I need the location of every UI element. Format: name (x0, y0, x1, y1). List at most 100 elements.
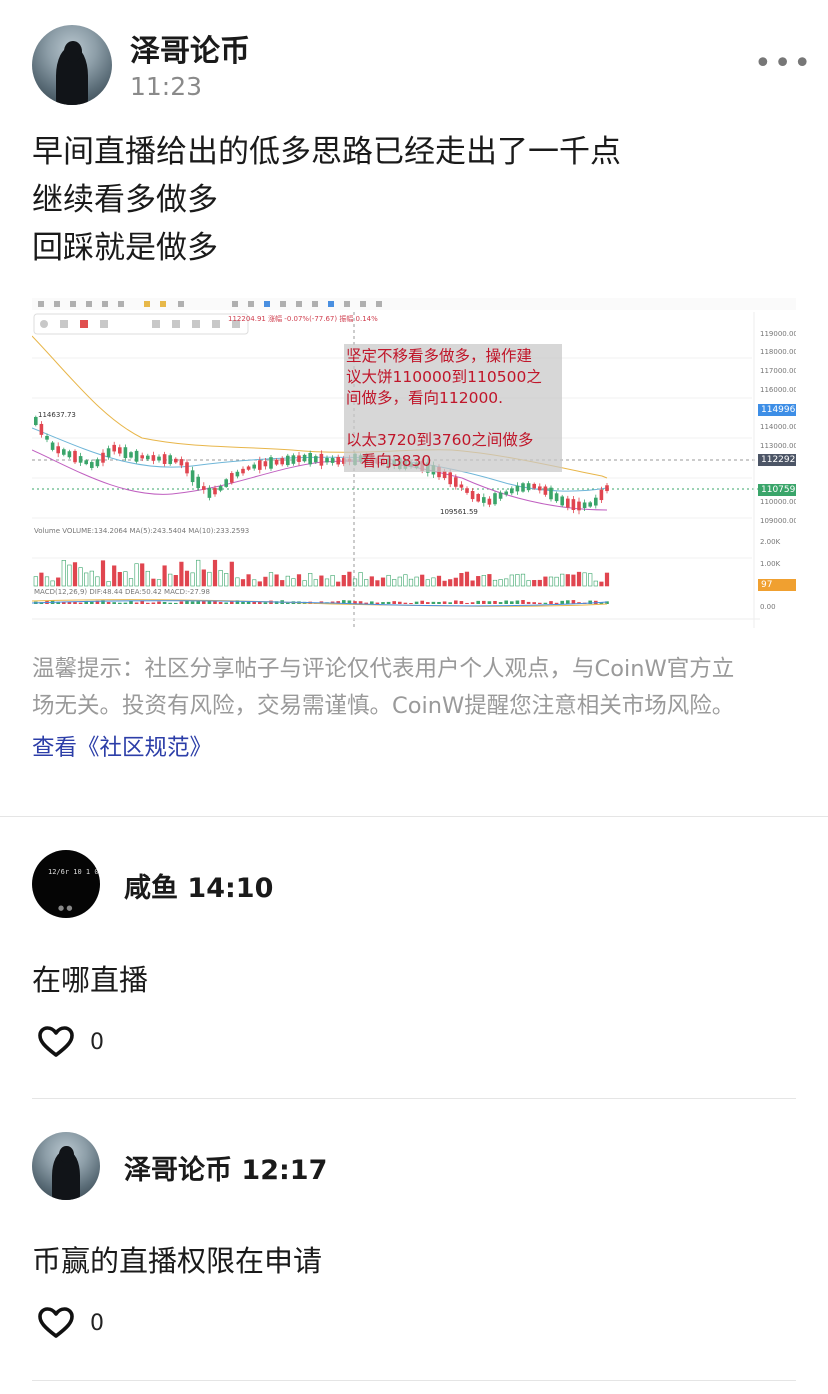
volume-bar (481, 575, 486, 587)
community-rules-link[interactable]: 查看《社区规范》 (32, 730, 212, 762)
more-horizontal-icon[interactable]: ••• (754, 46, 813, 81)
macd-bar (118, 602, 122, 604)
volume-bar (436, 575, 442, 587)
volume-bar (487, 574, 492, 587)
macd-bar (241, 601, 245, 604)
volume-bar (464, 571, 470, 587)
volume-bar (420, 574, 425, 587)
commenter-avatar[interactable] (32, 1132, 100, 1200)
macd-bar (106, 602, 111, 604)
candle-body (196, 476, 200, 489)
like-count: 0 (90, 1310, 104, 1336)
comment-text: 在哪直播 (32, 963, 149, 997)
volume-bar (459, 573, 464, 587)
volume-bar (184, 570, 190, 587)
candle-body (146, 455, 150, 460)
volume-bar (240, 579, 246, 587)
y-tick: 2.00K (760, 538, 781, 546)
volume-bar (140, 563, 145, 587)
volume-bar (196, 559, 201, 587)
volume-bar (582, 572, 587, 587)
macd-bar (224, 602, 228, 604)
like-button[interactable]: 0 (38, 1026, 104, 1058)
candle-body (218, 486, 223, 491)
volume-bar (431, 577, 436, 587)
candle-body (302, 454, 307, 462)
candle-body (67, 451, 72, 458)
macd-bar (263, 602, 268, 604)
volume-bar (324, 578, 330, 587)
author-name[interactable]: 泽哥论币 (130, 26, 250, 70)
candle-body (571, 499, 576, 510)
volume-bar (588, 573, 593, 587)
volume-bar (252, 579, 257, 587)
candle-body (470, 490, 475, 500)
comment-author[interactable]: 咸鱼 14:10 (124, 866, 273, 905)
candle-body (123, 447, 128, 459)
candle-body (526, 483, 531, 491)
candle-body (73, 450, 77, 463)
volume-bar (369, 576, 374, 587)
candle-body (174, 458, 178, 463)
price-tag-crosshair: 112292.40 (758, 454, 796, 466)
volume-bar (235, 577, 240, 587)
candle-body (588, 502, 592, 507)
annotation-line (346, 409, 562, 430)
post-chart-image[interactable]: 112204.91 涨幅 -0.07%(-77.67) 振幅 0.14% 114… (32, 298, 796, 628)
chart-annotation: 坚定不移看多做多，操作建 议大饼110000到110500之 间做多，看向112… (344, 344, 562, 472)
volume-bar (308, 573, 313, 587)
price-tag-orange: 97 (758, 579, 796, 591)
macd-bar (459, 601, 464, 604)
candle-body (235, 471, 240, 477)
volume-bar (61, 560, 66, 587)
volume-bar (33, 576, 38, 587)
annotation-line: 看向3830 (346, 452, 432, 470)
volume-bar (380, 577, 386, 587)
candle-body (538, 486, 542, 491)
candle-body (498, 492, 503, 499)
volume-bar (291, 578, 296, 587)
author-avatar[interactable] (32, 25, 112, 105)
candle-body (39, 423, 44, 435)
y-tick: 116000.00 (760, 386, 796, 394)
volume-bar (112, 565, 117, 587)
volume-bar (392, 579, 397, 587)
macd-bar (476, 600, 480, 604)
volume-bar (565, 574, 570, 587)
volume-bar (554, 576, 559, 587)
macd-bar (112, 602, 116, 604)
macd-bar (179, 601, 184, 604)
comment-divider (32, 1380, 796, 1381)
commenter-avatar[interactable]: 12/6r 10 1 0 2 3 ● ● (32, 850, 100, 918)
like-button[interactable]: 0 (38, 1307, 104, 1339)
candle-body (330, 457, 335, 463)
volume-bar (537, 579, 542, 587)
volume-bar (151, 578, 156, 587)
macd-bar (196, 601, 200, 604)
candle-body (336, 457, 340, 465)
volume-bar (95, 576, 100, 587)
candle-body (532, 483, 536, 489)
macd-indicator-label: MACD(12,26,9) DIF:48.44 DEA:50.42 MACD:-… (34, 588, 210, 596)
comment-author[interactable]: 泽哥论币 12:17 (124, 1148, 327, 1187)
candle-body (241, 468, 245, 474)
candle-body (140, 455, 144, 459)
volume-bar (509, 574, 514, 587)
candle-body (280, 458, 284, 465)
candle-body (543, 486, 548, 495)
candle-body (504, 491, 508, 495)
annotation-line: 以太3720到3760之间做多 (346, 431, 534, 449)
candle-body (554, 493, 559, 502)
candle-body (230, 473, 234, 483)
comment-author-name[interactable]: 咸鱼 (124, 873, 178, 904)
volume-bar (162, 565, 167, 587)
volume-bar (285, 575, 290, 587)
volume-bar (532, 580, 537, 587)
volume-bar (453, 577, 458, 587)
volume-bar (263, 576, 268, 587)
volume-bar (604, 572, 610, 587)
macd-bar (521, 600, 525, 604)
volume-bar (117, 571, 122, 587)
candle-body (325, 457, 329, 463)
comment-author-name[interactable]: 泽哥论币 (124, 1155, 232, 1186)
